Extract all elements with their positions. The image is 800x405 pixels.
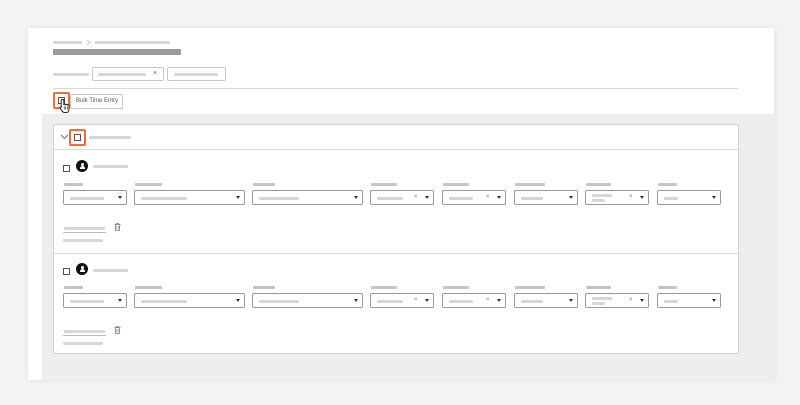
dropdown-arrow-icon (712, 299, 716, 302)
select-field[interactable] (657, 190, 721, 205)
dropdown-arrow-icon (425, 196, 429, 199)
filter-label (53, 73, 89, 76)
field-label (443, 286, 469, 289)
time-entry-underline (63, 335, 106, 336)
dropdown-arrow-icon (712, 196, 716, 199)
dropdown-arrow-icon (497, 196, 501, 199)
field-label (658, 183, 677, 186)
select-field[interactable] (514, 190, 578, 205)
dropdown-arrow-icon (425, 299, 429, 302)
clear-x-icon[interactable]: × (486, 194, 490, 201)
field-label (64, 183, 83, 186)
field-label (371, 183, 397, 186)
field-label (586, 286, 611, 289)
field-label (135, 183, 162, 186)
select-field[interactable]: × (442, 293, 506, 308)
clear-x-icon[interactable]: × (629, 194, 633, 201)
select-field[interactable]: × (585, 293, 649, 308)
select-field[interactable] (134, 293, 245, 308)
dropdown-arrow-icon (118, 196, 122, 199)
trash-icon[interactable] (114, 326, 121, 334)
breadcrumb-item-2[interactable] (95, 41, 170, 44)
field-label (515, 286, 545, 289)
main-card: × Bulk Time Entry × × × × × × (28, 28, 774, 380)
clear-x-icon[interactable]: × (629, 297, 633, 304)
avatar-icon (76, 160, 88, 172)
select-field[interactable] (657, 293, 721, 308)
clear-x-icon[interactable]: × (486, 297, 490, 304)
dropdown-arrow-icon (236, 299, 240, 302)
group-checkbox-highlight (69, 129, 86, 146)
chevron-down-icon[interactable] (60, 134, 69, 140)
select-field[interactable] (514, 293, 578, 308)
group-title (89, 136, 131, 139)
field-label (371, 286, 397, 289)
breadcrumb-item-1[interactable] (53, 41, 82, 44)
dropdown-arrow-icon (354, 299, 358, 302)
dropdown-arrow-icon (569, 196, 573, 199)
dropdown-arrow-icon (354, 196, 358, 199)
header-divider (53, 88, 738, 89)
dropdown-arrow-icon (569, 299, 573, 302)
select-field[interactable]: × (370, 190, 434, 205)
time-entry-underline (63, 232, 106, 233)
select-field[interactable] (252, 190, 363, 205)
filter-clear-icon[interactable]: × (153, 70, 157, 78)
field-label (64, 286, 83, 289)
dropdown-arrow-icon (640, 299, 644, 302)
dropdown-arrow-icon (497, 299, 501, 302)
field-label (658, 286, 677, 289)
avatar-icon (76, 263, 88, 275)
filter-chip[interactable]: × (92, 67, 164, 81)
row-checkbox[interactable] (63, 165, 70, 172)
trash-icon[interactable] (114, 223, 121, 231)
entries-panel: × × × × × × (53, 124, 739, 354)
row-checkbox[interactable] (63, 268, 70, 275)
dropdown-arrow-icon (118, 299, 122, 302)
field-label (253, 183, 275, 186)
time-entry-link[interactable] (64, 227, 105, 230)
clear-x-icon[interactable]: × (414, 194, 418, 201)
add-entry-link[interactable] (63, 239, 103, 242)
bulk-time-entry-button[interactable]: Bulk Time Entry (70, 94, 123, 109)
page-title (53, 49, 181, 55)
row-divider (54, 253, 738, 254)
select-field[interactable]: × (442, 190, 506, 205)
chevron-right-icon (86, 39, 91, 46)
filter-dropdown[interactable] (167, 67, 226, 81)
add-entry-link[interactable] (63, 342, 103, 345)
dropdown-arrow-icon (640, 196, 644, 199)
field-label (443, 183, 469, 186)
clear-x-icon[interactable]: × (414, 297, 418, 304)
employee-name (93, 269, 128, 272)
field-label (135, 286, 162, 289)
time-entry-link[interactable] (64, 330, 105, 333)
field-label (586, 183, 611, 186)
select-field[interactable]: × (585, 190, 649, 205)
dropdown-arrow-icon (236, 196, 240, 199)
employee-name (93, 165, 128, 168)
filter-chip-text (98, 73, 146, 76)
select-field[interactable] (134, 190, 245, 205)
select-field[interactable]: × (370, 293, 434, 308)
select-field[interactable] (63, 190, 127, 205)
select-field[interactable] (63, 293, 127, 308)
field-label (253, 286, 275, 289)
select-field[interactable] (252, 293, 363, 308)
panel-header-divider (54, 149, 738, 150)
filter-dropdown-text (174, 73, 218, 76)
field-label (515, 183, 545, 186)
